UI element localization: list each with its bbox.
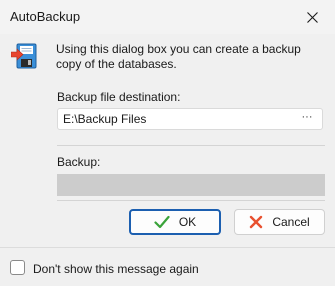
ok-button[interactable]: OK (129, 209, 221, 235)
cancel-button[interactable]: Cancel (234, 209, 325, 235)
ok-label: OK (178, 215, 197, 229)
close-button[interactable] (289, 0, 335, 34)
browse-button[interactable]: ··· (298, 111, 316, 127)
dont-show-label[interactable]: Don't show this message again (33, 262, 199, 276)
destination-label: Backup file destination: (57, 90, 181, 104)
intro-text: Using this dialog box you can create a b… (56, 42, 301, 71)
dont-show-checkbox[interactable] (10, 260, 25, 275)
title-bar: AutoBackup (0, 0, 335, 34)
backup-label: Backup: (57, 155, 101, 169)
footer-divider (0, 247, 335, 248)
checkmark-icon (154, 215, 170, 229)
divider (57, 145, 325, 146)
cancel-label: Cancel (272, 215, 310, 229)
destination-input[interactable] (63, 111, 283, 127)
window-title: AutoBackup (10, 9, 81, 24)
x-icon (250, 215, 263, 229)
floppy-backup-icon (11, 43, 37, 69)
close-icon (306, 11, 318, 23)
divider (57, 200, 325, 201)
destination-field[interactable]: ··· (57, 108, 323, 130)
backup-progress-bar (57, 174, 325, 196)
